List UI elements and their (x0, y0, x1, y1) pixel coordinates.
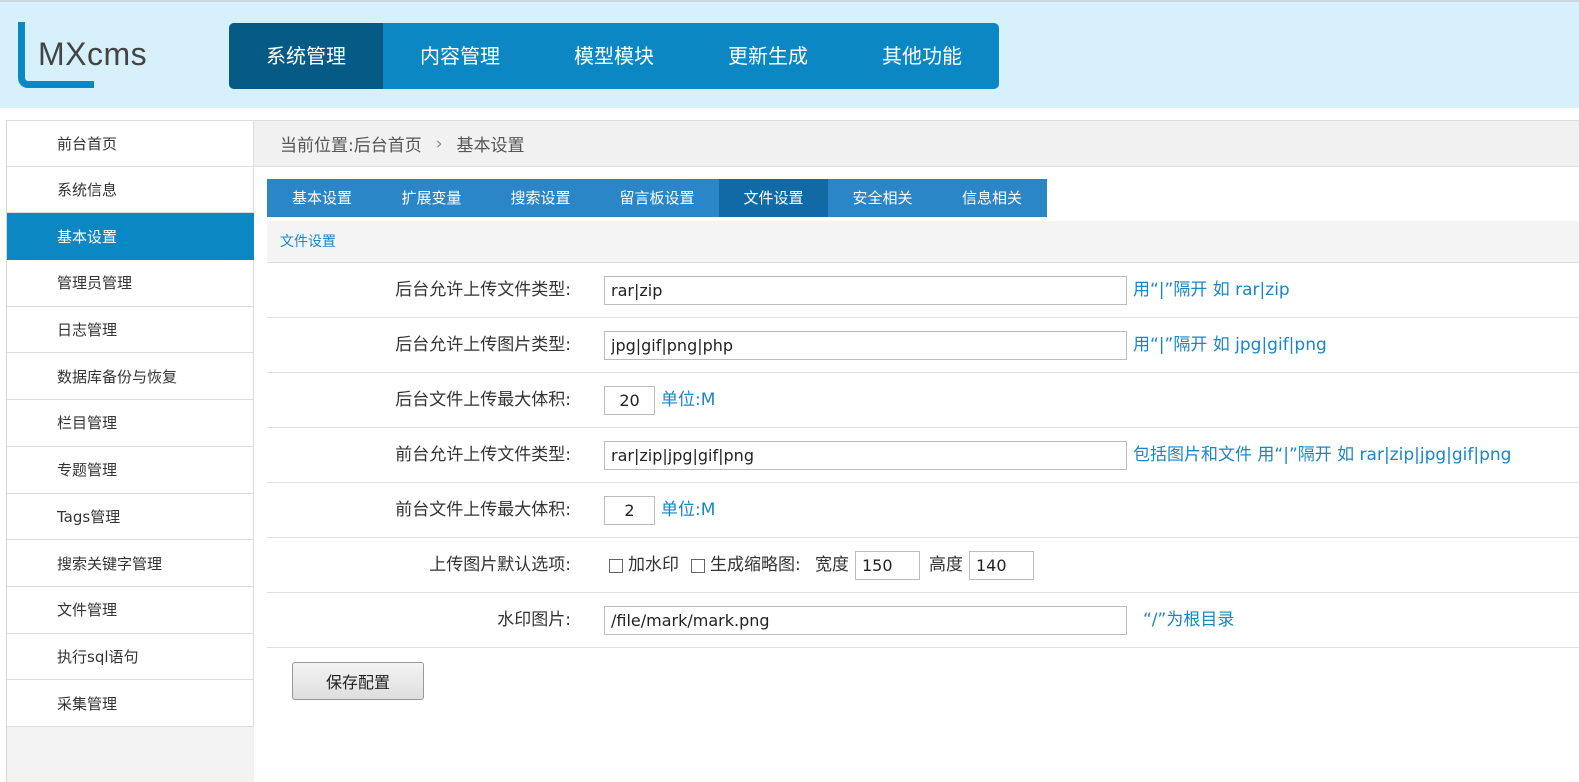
sidebar-item-system-info[interactable]: 系统信息 (7, 166, 254, 214)
front-file-types-hint: 包括图片和文件 用“|”隔开 如 rar|zip|jpg|gif|png (1133, 445, 1512, 465)
form-row-front-max-size: 前台文件上传最大体积: 单位:M (267, 483, 1579, 538)
header: MXcms 系统管理 内容管理 模型模块 更新生成 其他功能 (0, 0, 1579, 108)
thumb-width-label: 宽度 (815, 555, 849, 575)
sidebar-item-basic-settings[interactable]: 基本设置 (7, 213, 254, 261)
watermark-checkbox[interactable] (609, 558, 623, 573)
thumbnail-option[interactable]: 生成缩略图: (691, 538, 801, 593)
tab-file[interactable]: 文件设置 (719, 179, 828, 217)
tab-info[interactable]: 信息相关 (937, 179, 1047, 217)
form-row-admin-image-types: 后台允许上传图片类型: 用“|”隔开 如 jpg|gif|png (267, 318, 1579, 373)
thumbnail-checkbox[interactable] (691, 558, 705, 573)
topnav-other[interactable]: 其他功能 (845, 23, 999, 89)
sidebar-item-front-home[interactable]: 前台首页 (7, 120, 254, 167)
breadcrumb-separator-icon: › (435, 133, 443, 154)
front-max-size-input[interactable] (604, 496, 655, 525)
tab-search[interactable]: 搜索设置 (486, 179, 595, 217)
admin-file-types-input[interactable] (604, 276, 1127, 305)
topnav-content[interactable]: 内容管理 (383, 23, 537, 89)
form-row-admin-file-types: 后台允许上传文件类型: 用“|”隔开 如 rar|zip (267, 263, 1579, 318)
watermark-image-input[interactable] (604, 606, 1127, 635)
sidebar-item-collect-manage[interactable]: 采集管理 (7, 680, 254, 727)
sidebar-item-file-manage[interactable]: 文件管理 (7, 586, 254, 634)
admin-max-size-label: 后台文件上传最大体积: (395, 390, 571, 410)
main-content: 当前位置: 后台首页 › 基本设置 基本设置 扩展变量 搜索设置 留言板设置 文… (254, 120, 1579, 782)
front-file-types-input[interactable] (604, 441, 1127, 470)
admin-image-types-label: 后台允许上传图片类型: (395, 335, 571, 355)
breadcrumb-current: 基本设置 (456, 136, 525, 156)
thumb-height-label: 高度 (929, 555, 963, 575)
tab-extend-vars[interactable]: 扩展变量 (377, 179, 486, 217)
sidebar-item-topic-manage[interactable]: 专题管理 (7, 446, 254, 494)
breadcrumb-prefix: 当前位置: (280, 136, 354, 156)
front-max-size-label: 前台文件上传最大体积: (395, 500, 571, 520)
thumb-height-input[interactable] (969, 551, 1034, 580)
admin-image-types-hint: 用“|”隔开 如 jpg|gif|png (1133, 335, 1327, 355)
topnav-system[interactable]: 系统管理 (229, 23, 383, 89)
logo-text: MXcms (38, 36, 148, 72)
tab-security[interactable]: 安全相关 (828, 179, 937, 217)
watermark-image-label: 水印图片: (497, 610, 571, 630)
logo[interactable]: MXcms (18, 22, 168, 90)
form-row-image-defaults: 上传图片默认选项: 加水印 生成缩略图: 宽度 高度 (267, 538, 1579, 593)
sidebar-item-admin-manage[interactable]: 管理员管理 (7, 260, 254, 307)
sidebar-item-exec-sql[interactable]: 执行sql语句 (7, 633, 254, 681)
form-row-watermark-image: 水印图片: “/”为根目录 (267, 593, 1579, 648)
form-row-front-file-types: 前台允许上传文件类型: 包括图片和文件 用“|”隔开 如 rar|zip|jpg… (267, 428, 1579, 483)
topnav-update[interactable]: 更新生成 (691, 23, 845, 89)
sidebar-item-keyword-manage[interactable]: 搜索关键字管理 (7, 540, 254, 587)
admin-file-types-hint: 用“|”隔开 如 rar|zip (1133, 280, 1290, 300)
section-title: 文件设置 (267, 221, 1579, 263)
sidebar: 前台首页 系统信息 基本设置 管理员管理 日志管理 数据库备份与恢复 栏目管理 … (6, 120, 254, 782)
front-max-size-hint: 单位:M (661, 500, 716, 520)
sidebar-item-tags-manage[interactable]: Tags管理 (7, 493, 254, 541)
image-defaults-label: 上传图片默认选项: (429, 555, 571, 575)
settings-tabs: 基本设置 扩展变量 搜索设置 留言板设置 文件设置 安全相关 信息相关 (267, 179, 1047, 217)
admin-image-types-input[interactable] (604, 331, 1127, 360)
sidebar-item-log-manage[interactable]: 日志管理 (7, 306, 254, 354)
watermark-checkbox-label: 加水印 (628, 555, 679, 575)
top-nav: 系统管理 内容管理 模型模块 更新生成 其他功能 (229, 23, 999, 89)
tab-guestbook[interactable]: 留言板设置 (595, 179, 719, 217)
front-file-types-label: 前台允许上传文件类型: (395, 445, 571, 465)
admin-max-size-input[interactable] (604, 386, 655, 415)
form-row-admin-max-size: 后台文件上传最大体积: 单位:M (267, 373, 1579, 428)
sidebar-item-db-backup[interactable]: 数据库备份与恢复 (7, 353, 254, 401)
topnav-model[interactable]: 模型模块 (537, 23, 691, 89)
admin-max-size-hint: 单位:M (661, 390, 716, 410)
watermark-option[interactable]: 加水印 (609, 538, 679, 593)
breadcrumb: 当前位置: 后台首页 › 基本设置 (254, 120, 1579, 167)
tab-basic[interactable]: 基本设置 (267, 179, 377, 217)
save-config-button[interactable]: 保存配置 (292, 662, 424, 700)
thumb-width-input[interactable] (855, 551, 920, 580)
admin-file-types-label: 后台允许上传文件类型: (395, 280, 571, 300)
sidebar-item-column-manage[interactable]: 栏目管理 (7, 400, 254, 447)
watermark-image-hint: “/”为根目录 (1143, 610, 1235, 630)
thumbnail-checkbox-label: 生成缩略图: (710, 555, 801, 575)
breadcrumb-home[interactable]: 后台首页 (354, 131, 422, 156)
